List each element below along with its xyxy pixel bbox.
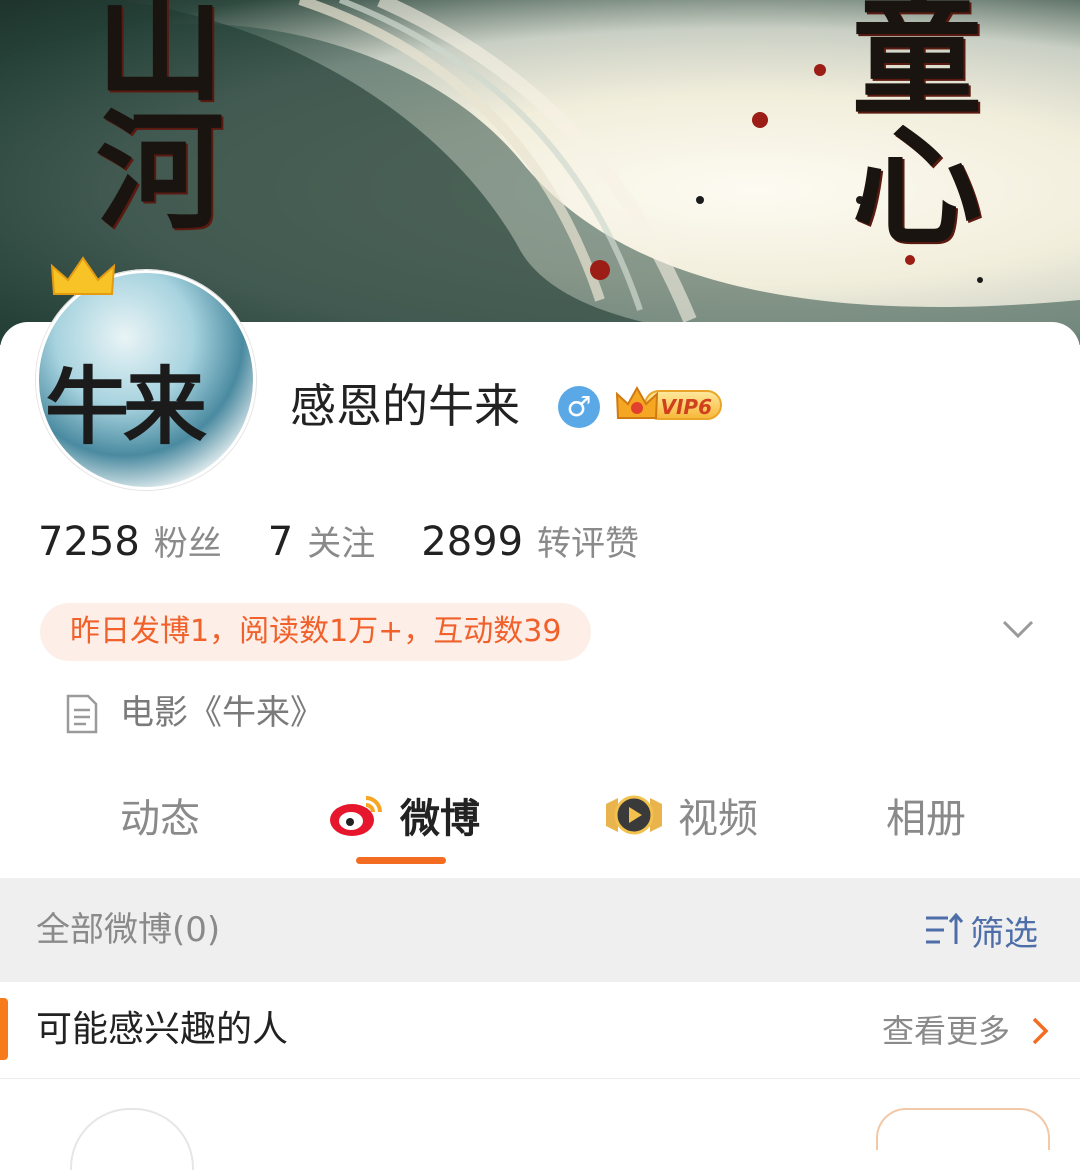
following-count: 7 <box>267 519 294 565</box>
tab-album-label: 相册 <box>886 796 966 842</box>
followers-count: 7258 <box>38 519 140 565</box>
tab-video[interactable]: 视频 <box>604 780 758 850</box>
stat-following[interactable]: 7 关注 <box>268 516 375 565</box>
document-icon <box>66 694 98 734</box>
username: 感恩的牛来 <box>290 379 520 433</box>
feed-filter-bar: 全部微博(0) 筛选 <box>0 878 1080 982</box>
tab-dynamics-label: 动态 <box>120 796 200 842</box>
tab-weibo[interactable]: 微博 <box>326 780 480 850</box>
tab-album[interactable]: 相册 <box>886 780 966 850</box>
follow-button[interactable] <box>876 1108 1050 1150</box>
banner-char-tong: 童 <box>852 0 983 133</box>
banner-char-shan: 山 <box>96 0 225 119</box>
chevron-right-icon <box>1032 1017 1049 1045</box>
profile-tabs: 动态 微博 视频 相册 <box>0 780 1080 870</box>
following-label: 关注 <box>307 524 376 564</box>
all-weibo-count[interactable]: 全部微博(0) <box>36 906 220 954</box>
banner-char-he: 河 <box>96 97 225 247</box>
see-more-label: 查看更多 <box>882 1012 1011 1050</box>
chevron-down-icon[interactable] <box>998 614 1038 644</box>
vip-badge[interactable]: VIP6 <box>614 384 724 426</box>
active-tab-indicator <box>356 857 446 864</box>
avatar-text: 牛来 <box>45 357 207 456</box>
stat-interactions[interactable]: 2899 转评赞 <box>421 516 639 565</box>
tab-dynamics[interactable]: 动态 <box>120 780 200 850</box>
interactions-label: 转评赞 <box>537 524 640 564</box>
activity-summary-pill[interactable]: 昨日发博1，阅读数1万+，互动数39 <box>40 603 592 661</box>
male-gender-icon: ♂ <box>558 386 600 428</box>
see-more-link[interactable]: 查看更多 <box>882 1008 1052 1054</box>
suggestions-title: 可能感兴趣的人 <box>36 1009 289 1050</box>
filter-button[interactable]: 筛选 <box>924 906 1038 954</box>
weibo-logo-icon <box>330 796 382 836</box>
stat-followers[interactable]: 7258 粉丝 <box>38 516 222 565</box>
tab-weibo-label: 微博 <box>400 796 480 842</box>
crown-icon <box>50 256 116 295</box>
section-accent-bar <box>0 998 8 1060</box>
followers-label: 粉丝 <box>153 524 222 564</box>
filter-icon <box>926 912 964 944</box>
tab-video-label: 视频 <box>678 796 758 842</box>
divider <box>0 1078 1080 1079</box>
interactions-count: 2899 <box>421 519 524 565</box>
profile-stats: 7258 粉丝 7 关注 2899 转评赞 <box>38 516 685 572</box>
video-badge-icon <box>606 795 662 835</box>
vip-crown-icon <box>615 385 659 419</box>
banner-char-xin: 心 <box>852 110 983 263</box>
filter-label: 筛选 <box>970 913 1038 954</box>
profile-intro: 电影《牛来》 <box>120 693 324 733</box>
